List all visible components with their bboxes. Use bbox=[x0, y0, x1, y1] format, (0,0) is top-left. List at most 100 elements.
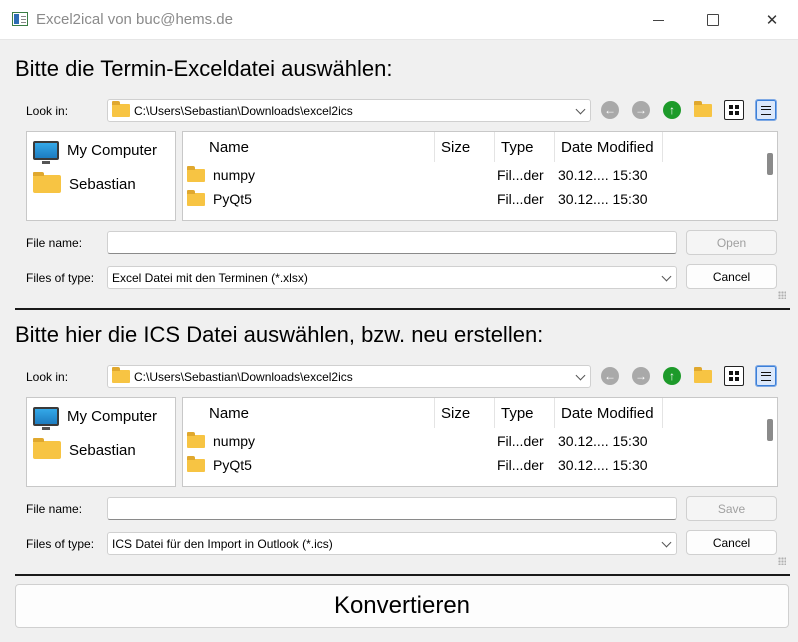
file-name-input[interactable] bbox=[107, 497, 677, 520]
up-arrow-icon: ↑ bbox=[663, 367, 681, 385]
chevron-down-icon bbox=[575, 370, 586, 381]
monitor-icon bbox=[33, 407, 59, 430]
sidebar-item-label: Sebastian bbox=[69, 441, 136, 459]
list-view-button[interactable] bbox=[723, 365, 745, 387]
title-bar: Excel2ical von buc@hems.de ✕ bbox=[0, 0, 798, 40]
chevron-down-icon bbox=[661, 271, 672, 282]
convert-button[interactable]: Konvertieren bbox=[15, 584, 789, 628]
sidebar-item-label: My Computer bbox=[67, 142, 158, 159]
vertical-scrollbar[interactable] bbox=[767, 153, 773, 175]
dialog-heading: Bitte hier die ICS Datei auswählen, bzw.… bbox=[15, 322, 544, 347]
file-type: Fil...der bbox=[497, 191, 544, 207]
folder-icon bbox=[187, 189, 205, 206]
list-view-button[interactable] bbox=[723, 99, 745, 121]
resize-grip[interactable] bbox=[778, 557, 786, 565]
dialog-heading: Bitte die Termin-Exceldatei auswählen: bbox=[15, 56, 393, 81]
file-name: PyQt5 bbox=[213, 191, 252, 207]
look-in-path: C:\Users\Sebastian\Downloads\excel2ics bbox=[134, 103, 353, 118]
new-folder-button[interactable] bbox=[692, 365, 714, 387]
list-view-icon bbox=[724, 366, 744, 386]
file-name-input[interactable] bbox=[107, 231, 677, 254]
chevron-down-icon bbox=[661, 537, 672, 548]
files-of-type-label: Files of type: bbox=[26, 537, 95, 551]
back-button[interactable]: ← bbox=[599, 99, 621, 121]
column-header-date-modified[interactable]: Date Modified bbox=[555, 132, 663, 162]
file-type: Fil...der bbox=[497, 433, 544, 449]
divider bbox=[15, 308, 790, 310]
column-header-name[interactable]: Name bbox=[203, 132, 435, 162]
files-of-type-value: ICS Datei für den Import in Outlook (*.i… bbox=[112, 536, 333, 551]
file-list: Name Size Type Date Modified numpy Fil..… bbox=[182, 131, 778, 221]
close-icon: ✕ bbox=[765, 12, 779, 29]
forward-arrow-icon: → bbox=[632, 367, 650, 385]
file-date: 30.12.... 15:30 bbox=[558, 457, 648, 473]
detail-view-button[interactable] bbox=[755, 99, 777, 121]
parent-directory-button[interactable]: ↑ bbox=[661, 99, 683, 121]
look-in-label: Look in: bbox=[26, 104, 69, 118]
detail-view-button[interactable] bbox=[755, 365, 777, 387]
new-folder-icon bbox=[694, 100, 712, 117]
look-in-path: C:\Users\Sebastian\Downloads\excel2ics bbox=[134, 369, 353, 384]
files-of-type-combo[interactable]: ICS Datei für den Import in Outlook (*.i… bbox=[107, 532, 677, 555]
up-arrow-icon: ↑ bbox=[663, 101, 681, 119]
cancel-button[interactable]: Cancel bbox=[686, 264, 777, 289]
new-folder-button[interactable] bbox=[692, 99, 714, 121]
look-in-label: Look in: bbox=[26, 370, 69, 384]
file-name-label: File name: bbox=[26, 502, 83, 516]
detail-view-icon bbox=[755, 365, 777, 387]
folder-icon bbox=[187, 455, 205, 472]
back-arrow-icon: ← bbox=[601, 367, 619, 385]
file-list: Name Size Type Date Modified numpy Fil..… bbox=[182, 397, 778, 487]
app-icon bbox=[12, 12, 28, 26]
files-of-type-label: Files of type: bbox=[26, 271, 95, 285]
folder-icon bbox=[33, 172, 61, 193]
detail-view-icon bbox=[755, 99, 777, 121]
minimize-button[interactable] bbox=[635, 0, 681, 40]
column-header-date-modified[interactable]: Date Modified bbox=[555, 398, 663, 428]
sidebar: My Computer Sebastian bbox=[26, 131, 176, 221]
sidebar-item-sebastian[interactable]: Sebastian bbox=[33, 172, 136, 193]
new-folder-icon bbox=[694, 366, 712, 383]
sidebar-item-sebastian[interactable]: Sebastian bbox=[33, 438, 136, 459]
column-header-type[interactable]: Type bbox=[495, 132, 555, 162]
file-name: numpy bbox=[213, 167, 256, 183]
file-date: 30.12.... 15:30 bbox=[558, 167, 648, 183]
window-title: Excel2ical von buc@hems.de bbox=[36, 11, 233, 28]
look-in-combo[interactable]: C:\Users\Sebastian\Downloads\excel2ics bbox=[107, 99, 591, 122]
files-of-type-value: Excel Datei mit den Terminen (*.xlsx) bbox=[112, 270, 308, 285]
file-date: 30.12.... 15:30 bbox=[558, 191, 648, 207]
cancel-button[interactable]: Cancel bbox=[686, 530, 777, 555]
file-name: PyQt5 bbox=[213, 457, 252, 473]
column-header-type[interactable]: Type bbox=[495, 398, 555, 428]
forward-arrow-icon: → bbox=[632, 101, 650, 119]
list-view-icon bbox=[724, 100, 744, 120]
monitor-icon bbox=[33, 141, 59, 164]
column-header-name[interactable]: Name bbox=[203, 398, 435, 428]
forward-button[interactable]: → bbox=[630, 99, 652, 121]
file-type: Fil...der bbox=[497, 457, 544, 473]
forward-button[interactable]: → bbox=[630, 365, 652, 387]
folder-icon bbox=[112, 367, 130, 383]
look-in-combo[interactable]: C:\Users\Sebastian\Downloads\excel2ics bbox=[107, 365, 591, 388]
back-arrow-icon: ← bbox=[601, 101, 619, 119]
resize-grip[interactable] bbox=[778, 291, 786, 299]
column-header-size[interactable]: Size bbox=[435, 398, 495, 428]
close-button[interactable]: ✕ bbox=[749, 0, 795, 40]
parent-directory-button[interactable]: ↑ bbox=[661, 365, 683, 387]
sidebar-item-my-computer[interactable]: My Computer bbox=[33, 141, 158, 164]
save-button[interactable]: Save bbox=[686, 496, 777, 521]
maximize-button[interactable] bbox=[690, 0, 736, 40]
chevron-down-icon bbox=[575, 104, 586, 115]
sidebar-item-my-computer[interactable]: My Computer bbox=[33, 407, 157, 430]
file-name: numpy bbox=[213, 433, 256, 449]
back-button[interactable]: ← bbox=[599, 365, 621, 387]
vertical-scrollbar[interactable] bbox=[767, 419, 773, 441]
folder-icon bbox=[112, 101, 130, 117]
divider bbox=[15, 574, 790, 576]
file-type: Fil...der bbox=[497, 167, 544, 183]
file-date: 30.12.... 15:30 bbox=[558, 433, 648, 449]
sidebar: My Computer Sebastian bbox=[26, 397, 176, 487]
column-header-size[interactable]: Size bbox=[435, 132, 495, 162]
open-button[interactable]: Open bbox=[686, 230, 777, 255]
files-of-type-combo[interactable]: Excel Datei mit den Terminen (*.xlsx) bbox=[107, 266, 677, 289]
